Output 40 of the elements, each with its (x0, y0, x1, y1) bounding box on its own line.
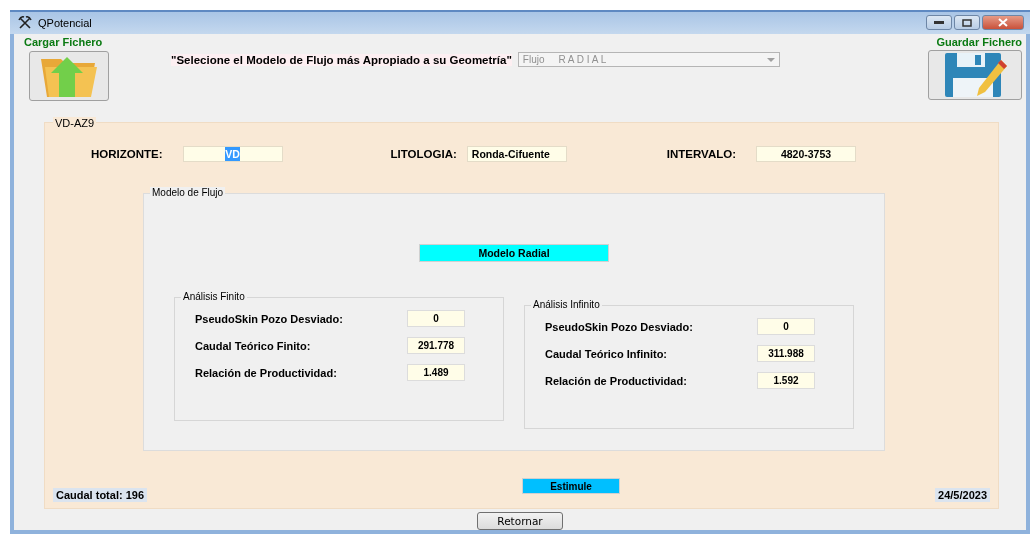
close-button[interactable] (982, 15, 1024, 31)
result-label: Relación de Productividad: (195, 366, 337, 379)
status-label: Estimule (522, 478, 621, 495)
result-field: 311.988 (757, 345, 815, 363)
return-button[interactable]: Retornar (477, 512, 563, 530)
result-label: Relación de Productividad: (545, 374, 687, 387)
value-field[interactable]: 4820-3753 (756, 146, 856, 163)
window-title: QPotencial (38, 16, 93, 29)
maximize-icon (962, 18, 972, 27)
maximize-button[interactable] (954, 15, 980, 31)
save-file-button[interactable] (928, 49, 1022, 100)
result-label: PseudoSkin Pozo Desviado: (545, 320, 693, 333)
field-label: LITOLOGIA: (390, 148, 457, 161)
pickaxes-icon (18, 15, 32, 30)
field-label: HORIZONTE: (91, 148, 163, 161)
value-field[interactable]: Ronda-Cifuente (466, 146, 567, 163)
result-field: 1.592 (757, 372, 815, 390)
minimize-icon (934, 20, 944, 25)
result-label: Caudal Teórico Finito: (195, 339, 311, 352)
group-title: Análisis Finito (181, 291, 247, 303)
result-label: Caudal Teórico Infinito: (545, 347, 667, 360)
panel-title: VD-AZ9 (53, 117, 97, 130)
date-label: 24/5/2023 (935, 488, 990, 503)
prompt-text: "Selecione el Modelo de Flujo más Apropiado a su Geometría" (171, 53, 512, 66)
load-file-button[interactable] (29, 50, 109, 101)
group-title: Modelo de Flujo (150, 187, 226, 199)
result-field: 0 (757, 318, 815, 336)
save-file-label: Guardar Fichero (936, 35, 1022, 48)
result-field: 291.778 (407, 337, 465, 355)
result-field: 1.489 (407, 364, 465, 382)
result-label: PseudoSkin Pozo Desviado: (195, 312, 343, 325)
group-title: Análisis Infinito (531, 299, 602, 311)
model-label: Modelo Radial (419, 244, 609, 263)
field-label: INTERVALO: (666, 148, 736, 161)
load-file-label: Cargar Fichero (24, 35, 103, 48)
caret-icon (766, 56, 775, 62)
close-icon (998, 18, 1008, 28)
minimize-button[interactable] (926, 15, 952, 31)
result-field: 0 (407, 310, 465, 328)
total-flow-label: Caudal total: 196 (53, 488, 148, 503)
